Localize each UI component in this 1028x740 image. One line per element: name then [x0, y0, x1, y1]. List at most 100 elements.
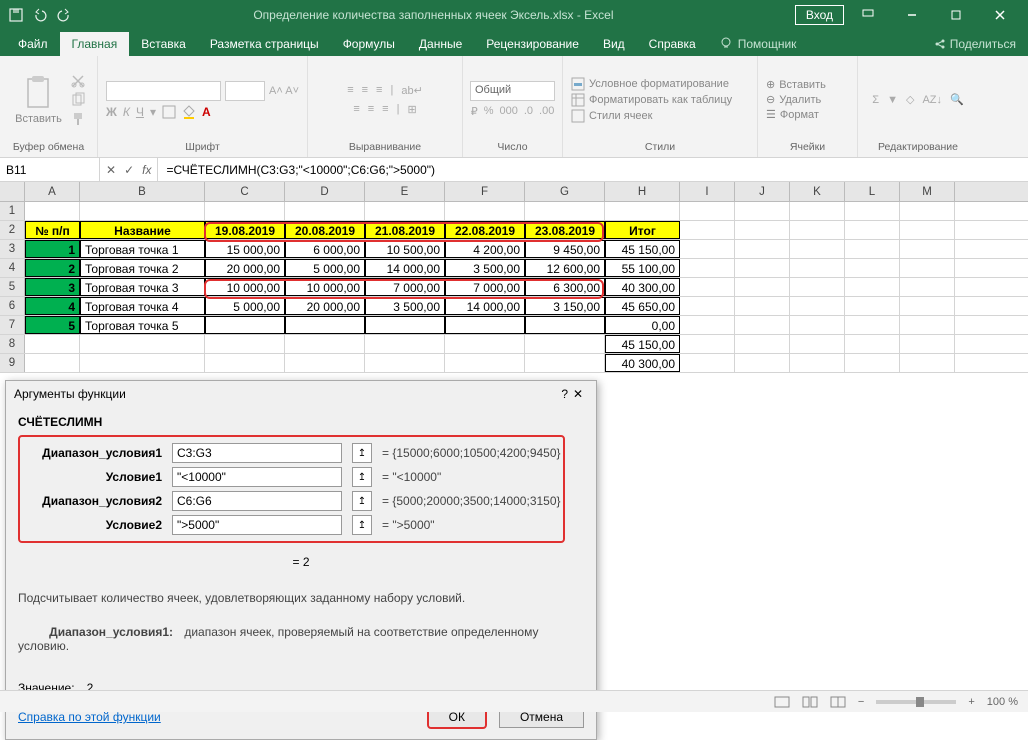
cell[interactable]: 15 000,00 — [205, 240, 285, 258]
cell[interactable] — [80, 202, 205, 220]
fill-icon[interactable]: ▼ — [887, 94, 898, 106]
formula-input[interactable]: =СЧЁТЕСЛИМН(C3:G3;"<10000";C6:G6;">5000"… — [158, 158, 1028, 181]
cell[interactable] — [680, 354, 735, 372]
select-all-corner[interactable] — [0, 182, 25, 201]
cell[interactable] — [80, 354, 205, 372]
cell[interactable]: 5 — [25, 316, 80, 334]
cell[interactable] — [845, 221, 900, 239]
cell[interactable]: 20.08.2019 — [285, 221, 365, 239]
cell[interactable]: 1 — [25, 240, 80, 258]
cell[interactable]: 40 300,00 — [605, 354, 680, 372]
cell[interactable]: Название — [80, 221, 205, 239]
number-format[interactable]: Общий — [470, 81, 555, 101]
cell[interactable] — [365, 354, 445, 372]
col-head-F[interactable]: F — [445, 182, 525, 201]
maximize-icon[interactable] — [936, 0, 976, 30]
row-head[interactable]: 4 — [0, 259, 25, 277]
cell[interactable] — [845, 278, 900, 296]
cell[interactable] — [845, 259, 900, 277]
cell[interactable] — [365, 202, 445, 220]
cell[interactable] — [735, 354, 790, 372]
tab-insert[interactable]: Вставка — [129, 32, 198, 56]
cell[interactable]: 3 — [25, 278, 80, 296]
view-break-icon[interactable] — [830, 696, 846, 708]
fill-color-icon[interactable] — [182, 105, 196, 119]
cancel-formula-icon[interactable]: ✕ — [106, 163, 116, 177]
cell[interactable] — [525, 202, 605, 220]
cell[interactable] — [205, 202, 285, 220]
range-picker-icon[interactable]: ↥ — [352, 515, 372, 535]
cell[interactable] — [25, 202, 80, 220]
wrap-icon[interactable]: ab↵ — [401, 84, 422, 97]
cell[interactable]: 10 500,00 — [365, 240, 445, 258]
cell[interactable] — [680, 278, 735, 296]
cell[interactable]: 0,00 — [605, 316, 680, 334]
delete-cells-button[interactable]: ⊖Удалить — [766, 93, 821, 106]
cell[interactable] — [285, 354, 365, 372]
cell[interactable] — [680, 240, 735, 258]
cell[interactable]: Торговая точка 3 — [80, 278, 205, 296]
cell[interactable] — [735, 316, 790, 334]
cell[interactable] — [445, 202, 525, 220]
cell[interactable]: № п/п — [25, 221, 80, 239]
tab-file[interactable]: Файл — [6, 32, 60, 56]
row-head[interactable]: 9 — [0, 354, 25, 372]
cell[interactable] — [790, 202, 845, 220]
cell[interactable] — [205, 316, 285, 334]
cell[interactable]: 20 000,00 — [285, 297, 365, 315]
cell[interactable]: 22.08.2019 — [445, 221, 525, 239]
cell[interactable] — [680, 259, 735, 277]
tab-layout[interactable]: Разметка страницы — [198, 32, 331, 56]
align-left-icon[interactable]: ≡ — [353, 103, 359, 116]
cell[interactable]: 6 300,00 — [525, 278, 605, 296]
cell[interactable] — [680, 335, 735, 353]
cell[interactable] — [845, 297, 900, 315]
clear-icon[interactable]: ◇ — [906, 93, 914, 106]
arg-input[interactable] — [172, 515, 342, 535]
align-mid-icon[interactable]: ≡ — [362, 84, 368, 97]
cell[interactable] — [900, 354, 955, 372]
col-head-E[interactable]: E — [365, 182, 445, 201]
tell-me[interactable]: Помощник — [708, 32, 809, 56]
inc-dec-icon[interactable]: .0 — [524, 105, 533, 118]
cell[interactable] — [680, 297, 735, 315]
cell[interactable]: 5 000,00 — [205, 297, 285, 315]
cell[interactable] — [900, 240, 955, 258]
cell[interactable] — [845, 202, 900, 220]
col-head-K[interactable]: K — [790, 182, 845, 201]
dialog-close-icon[interactable]: ✕ — [568, 387, 588, 401]
insert-cells-button[interactable]: ⊕Вставить — [766, 78, 826, 91]
cell[interactable] — [680, 221, 735, 239]
dialog-help-icon[interactable]: ? — [561, 387, 568, 401]
col-head-C[interactable]: C — [205, 182, 285, 201]
cell[interactable] — [790, 297, 845, 315]
minimize-icon[interactable] — [892, 0, 932, 30]
cell[interactable] — [790, 335, 845, 353]
view-normal-icon[interactable] — [774, 696, 790, 708]
cell[interactable] — [80, 335, 205, 353]
cell[interactable]: 10 000,00 — [285, 278, 365, 296]
format-cells-button[interactable]: ☰Формат — [766, 108, 819, 121]
cell[interactable] — [735, 240, 790, 258]
zoom-slider[interactable] — [876, 700, 956, 704]
row-head[interactable]: 5 — [0, 278, 25, 296]
fx-icon[interactable]: fx — [142, 163, 151, 177]
cell[interactable]: 4 — [25, 297, 80, 315]
font-color-icon[interactable]: A — [202, 105, 211, 119]
cell[interactable]: 3 150,00 — [525, 297, 605, 315]
cell[interactable] — [900, 221, 955, 239]
cell[interactable] — [365, 335, 445, 353]
tab-help[interactable]: Справка — [637, 32, 708, 56]
col-head-J[interactable]: J — [735, 182, 790, 201]
cell[interactable]: Торговая точка 5 — [80, 316, 205, 334]
cut-icon[interactable] — [70, 73, 86, 89]
cell[interactable]: Итог — [605, 221, 680, 239]
cell[interactable] — [205, 335, 285, 353]
cell[interactable] — [900, 202, 955, 220]
cell[interactable]: 5 000,00 — [285, 259, 365, 277]
cell[interactable] — [900, 297, 955, 315]
cell[interactable]: 21.08.2019 — [365, 221, 445, 239]
help-link[interactable]: Справка по этой функции — [18, 710, 161, 724]
cell[interactable]: 45 150,00 — [605, 240, 680, 258]
autosum-icon[interactable]: Σ — [872, 94, 879, 106]
